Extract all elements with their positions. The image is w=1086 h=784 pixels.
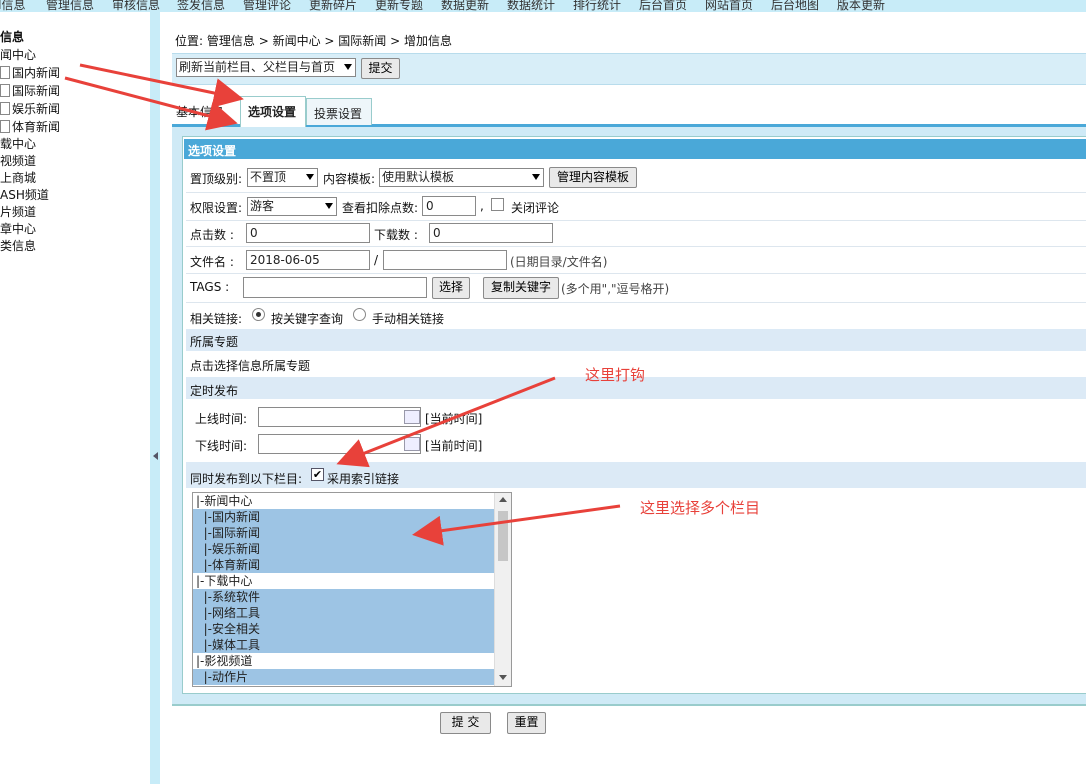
arrow-to-listbox bbox=[412, 504, 621, 546]
annotation-arrows bbox=[64, 63, 621, 546]
arrow-to-checkbox bbox=[336, 376, 556, 468]
arrow-to-options-tab-1 bbox=[79, 63, 244, 108]
arrow-to-options-tab-2 bbox=[64, 76, 238, 131]
